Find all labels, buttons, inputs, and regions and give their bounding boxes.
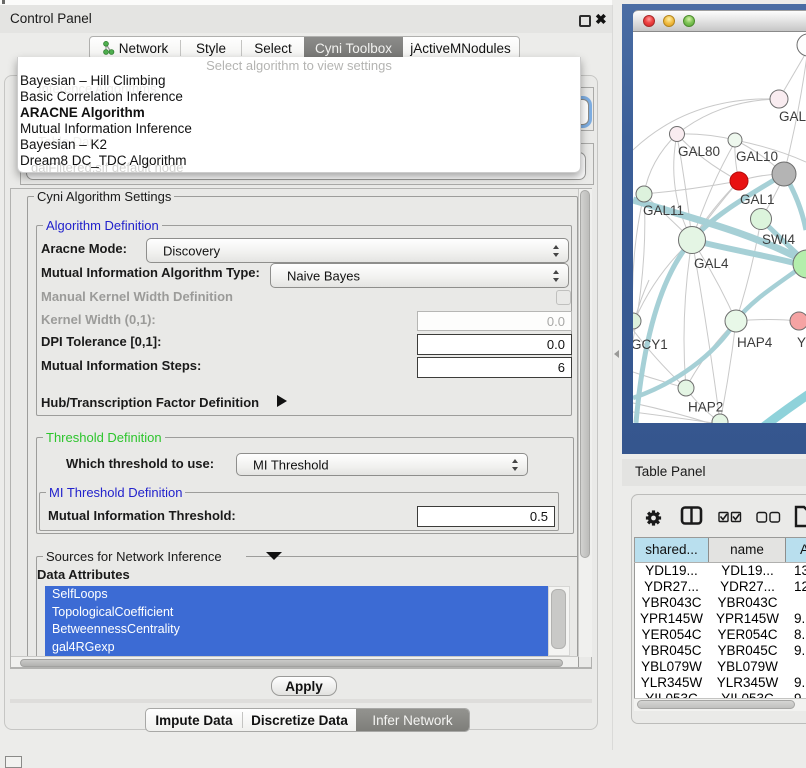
svg-text:GAL80: GAL80	[678, 144, 720, 159]
svg-text:GAL1: GAL1	[740, 192, 775, 207]
svg-text:GCY1: GCY1	[633, 337, 668, 352]
svg-text:YJ: YJ	[797, 335, 806, 350]
svg-text:GAL2: GAL2	[779, 109, 806, 124]
svg-text:SWI4: SWI4	[762, 232, 795, 247]
svg-text:GAL4: GAL4	[694, 256, 729, 271]
svg-text:HAP4: HAP4	[737, 335, 773, 350]
svg-text:HAP2: HAP2	[688, 400, 723, 415]
svg-text:GAL10: GAL10	[736, 149, 778, 164]
svg-text:GAL11: GAL11	[643, 203, 684, 218]
